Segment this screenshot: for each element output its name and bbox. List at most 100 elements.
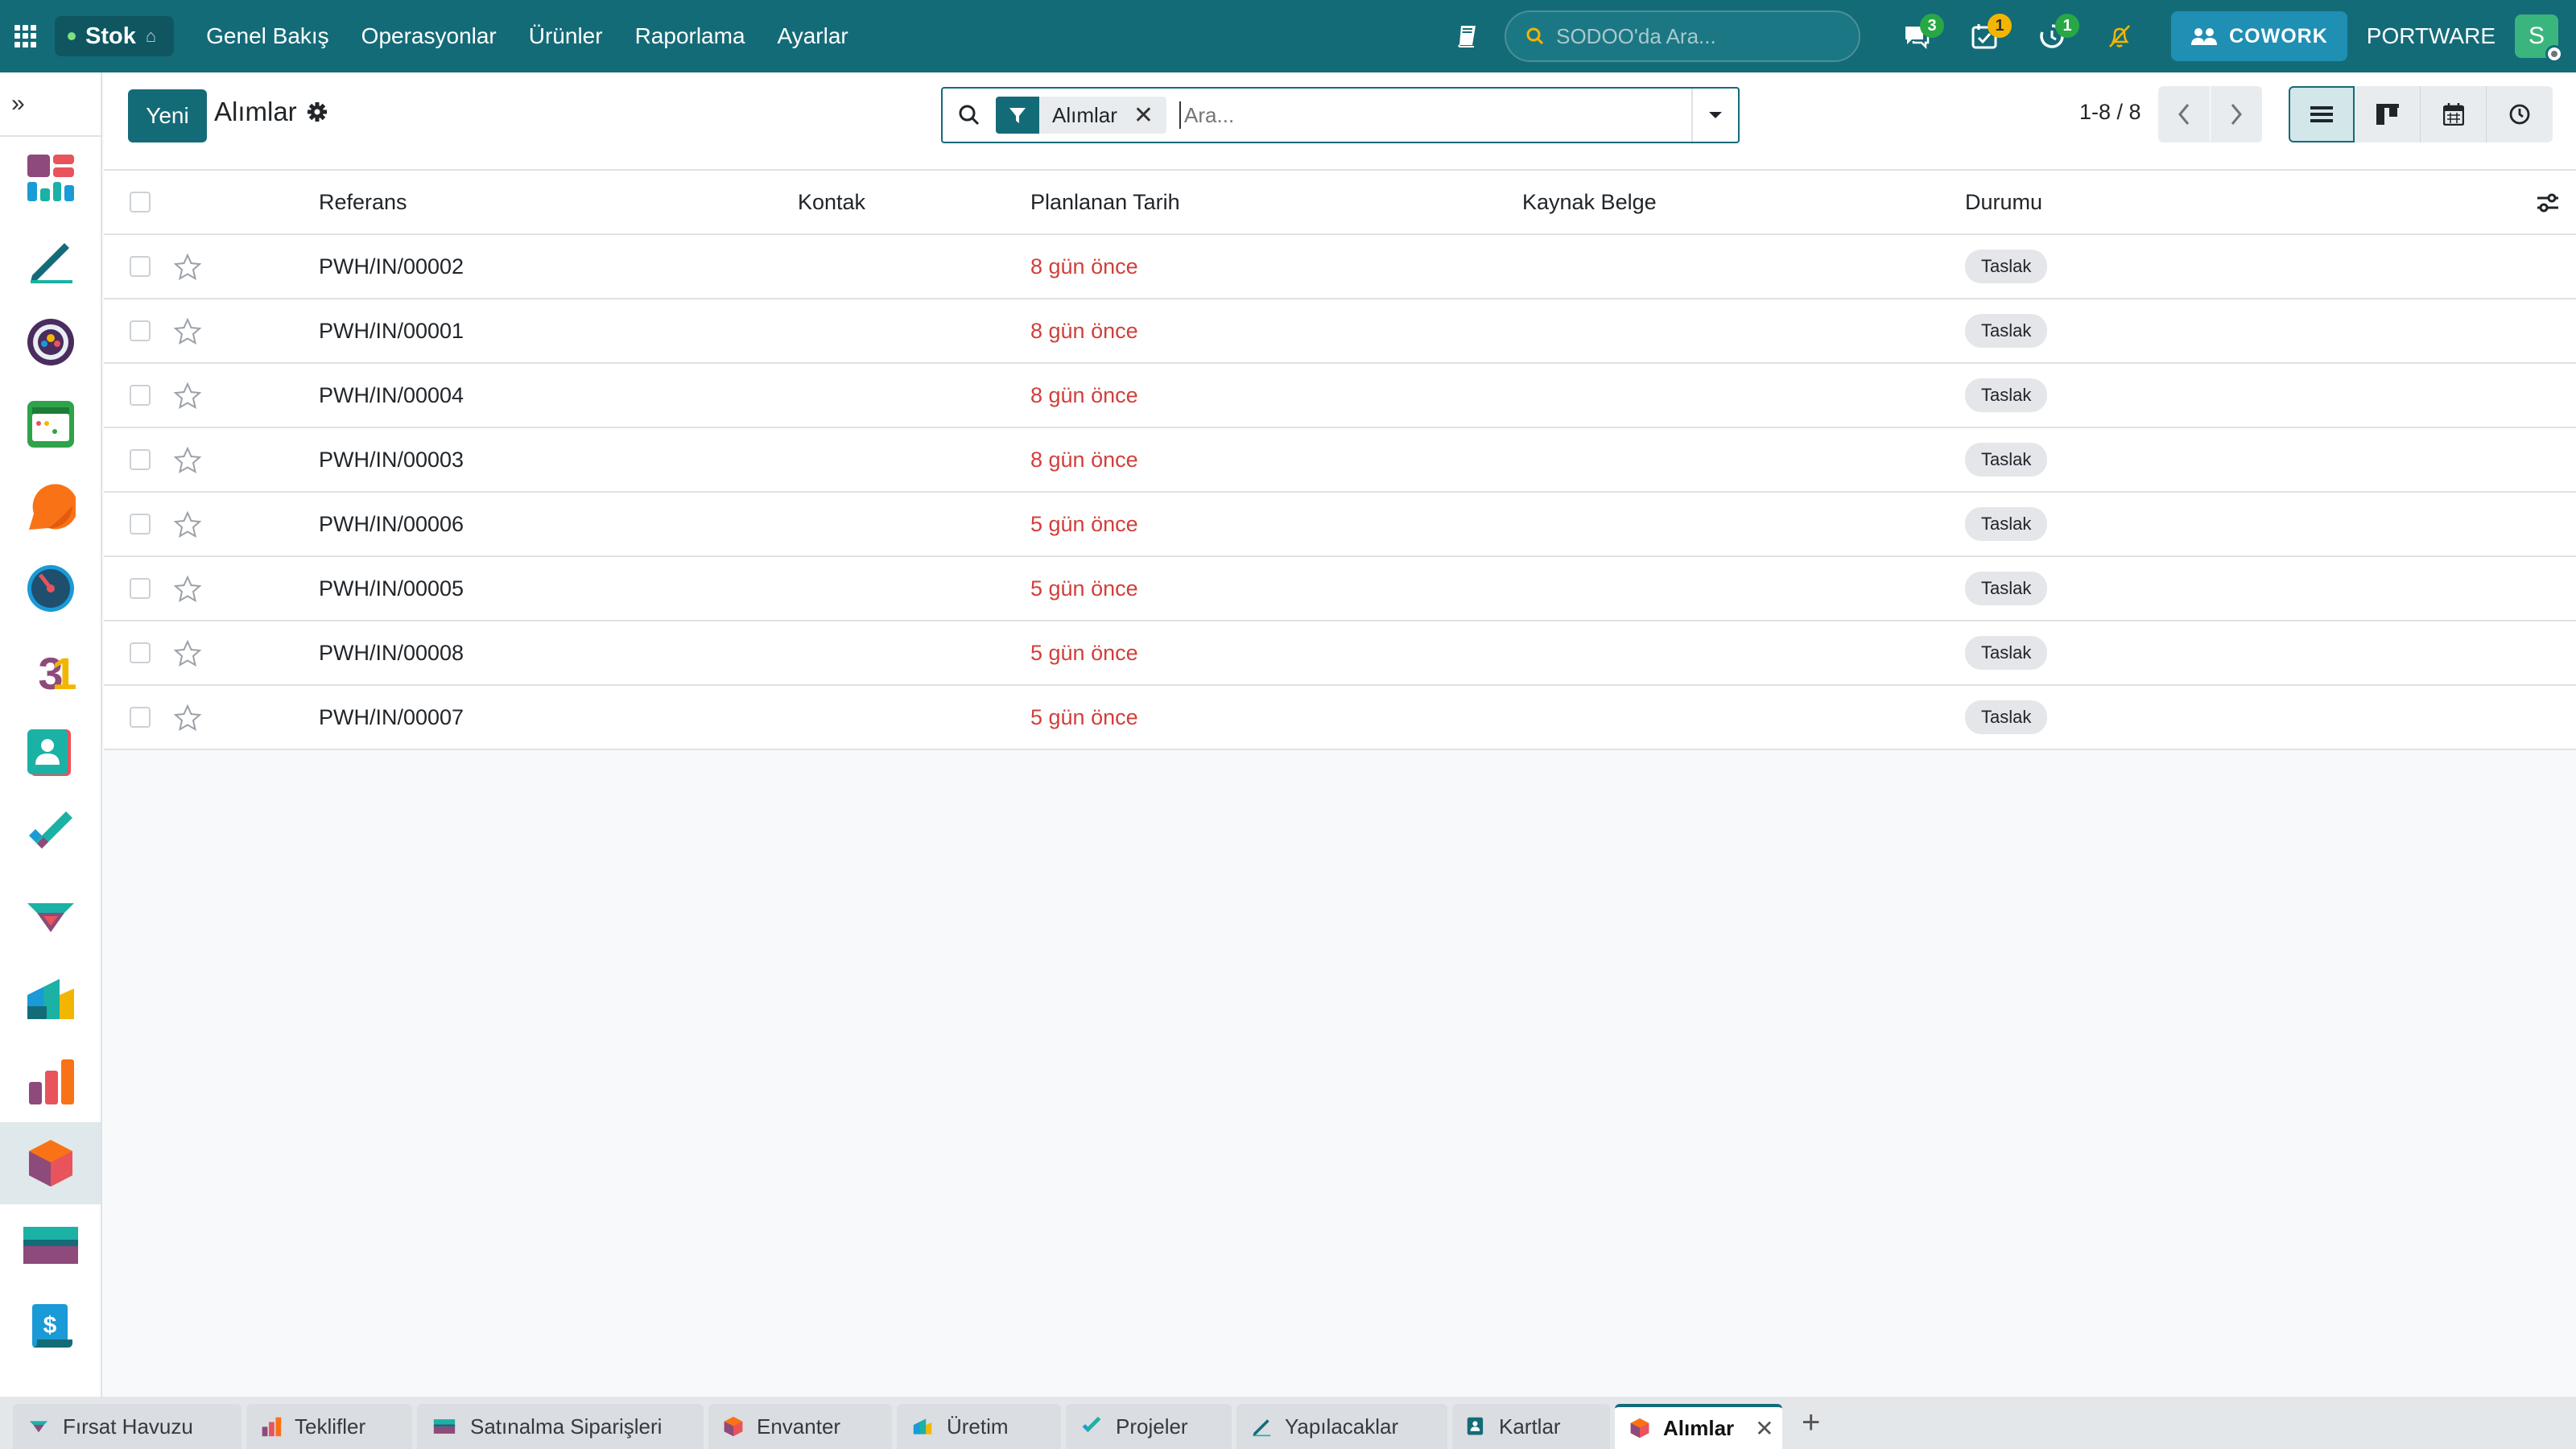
star-icon[interactable]: [173, 704, 202, 733]
book-icon[interactable]: [1456, 24, 1479, 48]
column-header-contact[interactable]: Kontak: [798, 190, 865, 215]
column-header-state[interactable]: Durumu: [1965, 190, 2042, 215]
row-checkbox[interactable]: [130, 449, 151, 470]
row-checkbox[interactable]: [130, 320, 151, 341]
search-options-toggle[interactable]: [1691, 89, 1738, 142]
app-grid-icon[interactable]: [14, 25, 37, 47]
company-switcher[interactable]: PORTWARE: [2367, 23, 2496, 49]
facet-remove-icon[interactable]: ✕: [1133, 101, 1166, 130]
table-row[interactable]: PWH/IN/00001 8 gün önce Taslak: [104, 299, 2576, 364]
tab-purchase-orders[interactable]: Satınalma Siparişleri: [417, 1404, 704, 1449]
row-checkbox[interactable]: [130, 514, 151, 535]
sidebar-app-todo[interactable]: [0, 794, 101, 876]
calendar-view-button[interactable]: [2421, 86, 2487, 142]
star-icon[interactable]: [173, 639, 202, 668]
column-header-scheduled-date[interactable]: Planlanan Tarih: [1030, 190, 1180, 215]
column-header-source-document[interactable]: Kaynak Belge: [1522, 190, 1657, 215]
menu-overview[interactable]: Genel Bakış: [190, 23, 345, 49]
menu-reporting[interactable]: Raporlama: [619, 23, 762, 49]
menu-products[interactable]: Ürünler: [513, 23, 619, 49]
cell-scheduled-date: 5 gün önce: [1030, 704, 1138, 729]
sidebar-app-team[interactable]: [0, 301, 101, 383]
row-checkbox[interactable]: [130, 385, 151, 406]
search-input[interactable]: [1179, 101, 1691, 129]
new-button[interactable]: Yeni: [128, 89, 207, 142]
list-view-button[interactable]: [2289, 86, 2355, 142]
sidebar-app-purchase[interactable]: [0, 1204, 101, 1286]
pager-next-button[interactable]: [2211, 86, 2262, 142]
sidebar-app-contacts[interactable]: [0, 712, 101, 794]
select-all-checkbox[interactable]: [130, 192, 151, 213]
timer-button[interactable]: 1: [2034, 14, 2080, 54]
global-search-input[interactable]: SODOO'da Ara...: [1505, 10, 1861, 62]
star-icon[interactable]: [173, 446, 202, 475]
cell-reference: PWH/IN/00002: [319, 254, 464, 279]
notifications-button[interactable]: [2102, 19, 2137, 54]
gear-icon[interactable]: [307, 101, 328, 122]
tab-todo[interactable]: Yapılacaklar: [1236, 1404, 1447, 1449]
sidebar-app-discuss[interactable]: [0, 465, 101, 547]
bell-slash-icon: [2109, 25, 2131, 47]
sidebar-app-invoicing[interactable]: $: [0, 1286, 101, 1368]
sidebar-app-calendar[interactable]: 31: [0, 630, 101, 712]
sidebar-app-crm[interactable]: [0, 876, 101, 958]
table-row[interactable]: PWH/IN/00005 5 gün önce Taslak: [104, 557, 2576, 621]
row-checkbox[interactable]: [130, 707, 151, 728]
clock-icon: [2509, 104, 2530, 125]
star-icon[interactable]: [173, 382, 202, 411]
row-checkbox[interactable]: [130, 256, 151, 277]
activities-button[interactable]: 1: [1967, 14, 2013, 54]
column-settings-icon[interactable]: [2536, 192, 2560, 214]
app-brand-button[interactable]: Stok ⌂: [55, 16, 175, 56]
chart-icon: [28, 1059, 74, 1104]
star-icon[interactable]: [173, 253, 202, 282]
table-row[interactable]: PWH/IN/00007 5 gün önce Taslak: [104, 686, 2576, 750]
star-icon[interactable]: [173, 317, 202, 346]
row-checkbox[interactable]: [130, 578, 151, 599]
pager-value[interactable]: 1-8 / 8: [2079, 100, 2141, 125]
sidebar-app-sales[interactable]: [0, 1040, 101, 1122]
sidebar-app-sign[interactable]: [0, 219, 101, 301]
column-header-reference[interactable]: Referans: [319, 190, 407, 215]
star-icon[interactable]: [173, 510, 202, 539]
sidebar-app-manufacturing[interactable]: [0, 958, 101, 1040]
table-row[interactable]: PWH/IN/00003 8 gün önce Taslak: [104, 428, 2576, 493]
users-icon: [2191, 28, 2218, 45]
tab-label: Satınalma Siparişleri: [470, 1414, 663, 1439]
sidebar-expand-button[interactable]: »: [0, 72, 101, 137]
app-name: Stok: [85, 23, 136, 49]
tab-manufacturing[interactable]: Üretim: [897, 1404, 1061, 1449]
sidebar-app-timesheet[interactable]: [0, 547, 101, 630]
tab-inventory[interactable]: Envanter: [708, 1404, 892, 1449]
table-row[interactable]: PWH/IN/00008 5 gün önce Taslak: [104, 621, 2576, 686]
contacts-icon: [27, 729, 71, 776]
pager-previous-button[interactable]: [2158, 86, 2210, 142]
table-row[interactable]: PWH/IN/00002 8 gün önce Taslak: [104, 235, 2576, 299]
row-checkbox[interactable]: [130, 642, 151, 663]
filter-icon: [996, 97, 1039, 134]
tab-cards[interactable]: Kartlar: [1452, 1404, 1610, 1449]
cowork-button[interactable]: COWORK: [2171, 11, 2347, 61]
user-avatar[interactable]: S: [2515, 14, 2563, 63]
tab-receipts[interactable]: Alımlar ✕: [1615, 1404, 1782, 1449]
control-panel: Yeni Alımlar Alımlar ✕ 1-8 / 8: [104, 72, 2576, 171]
star-icon[interactable]: [173, 575, 202, 604]
menu-operations[interactable]: Operasyonlar: [345, 23, 513, 49]
sidebar-app-planning[interactable]: [0, 383, 101, 465]
menu-settings[interactable]: Ayarlar: [762, 23, 865, 49]
sidebar-app-inventory[interactable]: [0, 1122, 101, 1204]
activity-view-button[interactable]: [2487, 86, 2553, 142]
search-icon[interactable]: [943, 104, 996, 126]
table-row[interactable]: PWH/IN/00006 5 gün önce Taslak: [104, 493, 2576, 557]
kanban-view-button[interactable]: [2355, 86, 2421, 142]
tab-close-icon[interactable]: ✕: [1755, 1415, 1773, 1442]
checkmark-icon: [28, 811, 72, 848]
tab-projects[interactable]: Projeler: [1066, 1404, 1232, 1449]
svg-text:1: 1: [52, 648, 76, 696]
tab-opportunity-pool[interactable]: Fırsat Havuzu: [13, 1404, 242, 1449]
tab-quotations[interactable]: Teklifler: [246, 1404, 412, 1449]
add-tab-button[interactable]: +: [1802, 1405, 1820, 1441]
messages-button[interactable]: 3: [1899, 14, 1945, 54]
table-row[interactable]: PWH/IN/00004 8 gün önce Taslak: [104, 364, 2576, 428]
sidebar-app-dashboard[interactable]: [0, 137, 101, 219]
